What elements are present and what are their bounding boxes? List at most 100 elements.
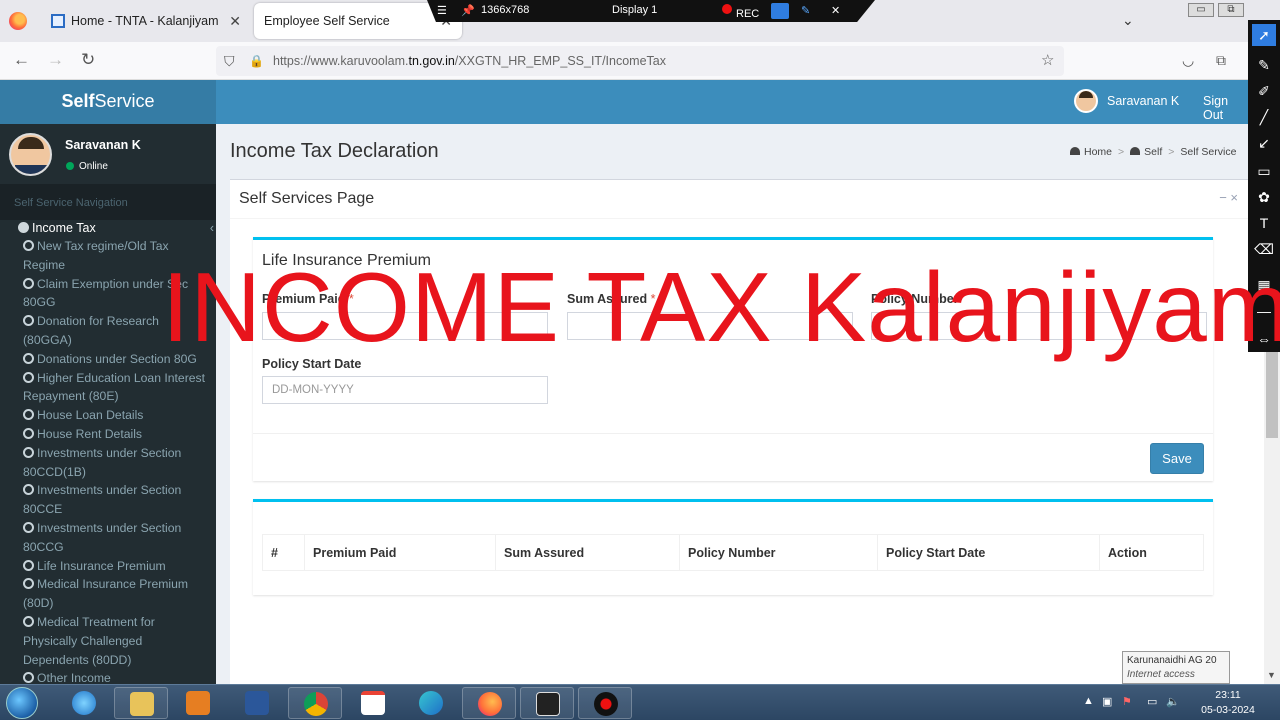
brand-logo[interactable]: SelfService (0, 80, 216, 124)
edge-icon[interactable] (404, 687, 458, 719)
user-menu[interactable]: Saravanan K (1074, 89, 1179, 113)
circle-icon (23, 371, 34, 383)
list-tabs-chevron-icon[interactable]: ⌄ (1122, 12, 1134, 29)
sidebar-item[interactable]: House Loan Details (0, 406, 216, 425)
resolution-label: 1366x768 (481, 4, 530, 16)
address-bar[interactable]: ⛉ 🔒 https://www.karuvoolam.tn.gov.in/XXG… (216, 46, 1064, 76)
volume-icon[interactable]: 🔈 (1166, 695, 1180, 708)
battery-icon[interactable]: ▭ (1147, 695, 1157, 708)
blur-tool-icon[interactable]: ✿ (1252, 186, 1276, 208)
close-recorder-icon[interactable]: ✕ (831, 4, 840, 17)
lock-icon[interactable]: 🔒 (249, 46, 264, 76)
col-policy-start-date[interactable]: Policy Start Date (877, 534, 1100, 571)
device-icon[interactable]: ▣ (1102, 695, 1112, 708)
breadcrumb-self[interactable]: Self (1144, 146, 1162, 158)
scrollbar-thumb[interactable] (1266, 352, 1278, 438)
chrome-icon[interactable] (288, 687, 342, 719)
gmail-icon[interactable] (346, 687, 400, 719)
sidebar-item[interactable]: Investments under Section 80CCD(1B) (0, 444, 216, 482)
circle-icon (23, 672, 34, 684)
sidebar-item[interactable]: Higher Education Loan Interest Repayment… (0, 369, 216, 407)
col-premium-paid[interactable]: Premium Paid (304, 534, 496, 571)
internet-explorer-icon[interactable] (57, 687, 111, 719)
site-favicon-icon (51, 14, 65, 28)
sidebar-item[interactable]: Investments under Section 80CCE (0, 481, 216, 519)
circle-icon (23, 559, 34, 571)
firefox-taskbar-icon[interactable] (462, 687, 516, 719)
table-row (262, 570, 1204, 598)
window-app-icon[interactable] (520, 687, 574, 719)
sidebar-item[interactable]: Medical Treatment for Physically Challen… (0, 613, 216, 669)
sign-out-link[interactable]: Sign Out (1203, 94, 1248, 122)
circle-icon (23, 409, 34, 421)
premium-table-card: # Premium Paid Sum Assured Policy Number… (253, 499, 1213, 598)
top-navbar: Saravanan K Sign Out (216, 80, 1248, 124)
sidebar-item[interactable]: Other Income (0, 669, 216, 684)
extensions-icon[interactable]: ⧉ (1216, 52, 1226, 69)
line-tool-icon[interactable]: ╱ (1252, 106, 1276, 128)
breadcrumb-home[interactable]: Home (1084, 146, 1112, 158)
tracking-shield-icon[interactable]: ⛉ (224, 46, 235, 76)
reload-icon[interactable]: ↻ (81, 50, 95, 70)
pocket-icon[interactable]: ◡ (1182, 52, 1194, 69)
circle-icon (23, 521, 34, 533)
tab-home-kalanjiyam[interactable]: Home - TNTA - Kalanjiyam ✕ (41, 3, 251, 39)
circle-icon (23, 578, 34, 590)
arrow-tool-icon[interactable]: ↙ (1252, 132, 1276, 154)
screen-recorder-bar: ☰ 📌 1366x768 Display 1 REC ✎ ✕ (427, 0, 875, 22)
network-status-icon[interactable]: ⚑ (1122, 695, 1132, 708)
watermark-text: INCOME TAX Kalanjiyam (162, 252, 1280, 362)
sidebar-item[interactable]: House Rent Details (0, 425, 216, 444)
restore-window-button[interactable]: ⧉ (1218, 3, 1244, 17)
pen-icon[interactable]: ✎ (801, 4, 810, 17)
url-path: /XXGTN_HR_EMP_SS_IT/IncomeTax (454, 54, 666, 68)
rec-button[interactable]: REC (722, 4, 759, 20)
start-button-icon[interactable] (6, 687, 38, 719)
forward-arrow-icon[interactable]: → (47, 50, 64, 70)
pin-icon[interactable]: 📌 (461, 4, 475, 17)
camera-toggle-icon[interactable] (771, 3, 789, 19)
online-status: Online (66, 161, 108, 172)
sidebar-nav-header: Self Service Navigation (0, 184, 216, 220)
bookmark-star-icon[interactable]: ☆ (1041, 46, 1054, 76)
sidebar-item[interactable]: Life Insurance Premium (0, 557, 216, 576)
save-button[interactable]: Save (1150, 443, 1204, 474)
marker-tool-icon[interactable]: ✐ (1252, 80, 1276, 102)
firefox-logo-icon[interactable] (9, 12, 27, 30)
page-scrollbar[interactable]: ▼ (1264, 352, 1280, 684)
menu-icon[interactable]: ☰ (437, 4, 447, 17)
minimize-window-button[interactable]: ▭ (1188, 3, 1214, 17)
close-tab-icon[interactable]: ✕ (229, 13, 241, 30)
col-policy-number[interactable]: Policy Number (679, 534, 878, 571)
sidebar-item[interactable]: Medical Insurance Premium (80D) (0, 575, 216, 613)
url-prefix: https://www.karuvoolam. (273, 54, 409, 68)
box-tools[interactable]: − × (1219, 190, 1238, 205)
main-content: Income Tax Declaration Home > Self > Self Se… (216, 124, 1248, 684)
premium-table: # Premium Paid Sum Assured Policy Number… (262, 534, 1204, 598)
online-dot-icon (66, 162, 74, 170)
sidebar-item[interactable]: Investments under Section 80CCG (0, 519, 216, 557)
col-sum-assured[interactable]: Sum Assured (495, 534, 680, 571)
media-player-icon[interactable] (171, 687, 225, 719)
cursor-tool-icon[interactable]: ➚ (1252, 24, 1276, 46)
policy-start-date-input[interactable]: DD-MON-YYYY (262, 376, 548, 404)
col-action: Action (1099, 534, 1204, 571)
sidebar-item-income-tax[interactable]: Income Tax ‹ (0, 220, 216, 237)
word-icon[interactable] (230, 687, 284, 719)
avatar (9, 133, 52, 176)
display-label[interactable]: Display 1 (612, 4, 657, 16)
show-hidden-icons-icon[interactable]: ▲ (1083, 695, 1094, 707)
sidebar-user-name: Saravanan K (65, 138, 141, 152)
file-explorer-icon[interactable] (114, 687, 168, 719)
collapse-remove-icons[interactable]: − × (1219, 190, 1238, 205)
system-clock[interactable]: 23:11 05-03-2024 (1200, 688, 1256, 718)
breadcrumb-self-service: Self Service (1180, 146, 1237, 158)
back-arrow-icon[interactable]: ← (13, 50, 30, 70)
pencil-tool-icon[interactable]: ✎ (1252, 54, 1276, 76)
recorder-app-icon[interactable] (578, 687, 632, 719)
circle-icon (23, 240, 34, 251)
circle-icon (23, 484, 34, 496)
scroll-down-icon[interactable]: ▼ (1267, 670, 1276, 680)
text-tool-icon[interactable]: T (1252, 212, 1276, 234)
rectangle-tool-icon[interactable]: ▭ (1252, 160, 1276, 182)
